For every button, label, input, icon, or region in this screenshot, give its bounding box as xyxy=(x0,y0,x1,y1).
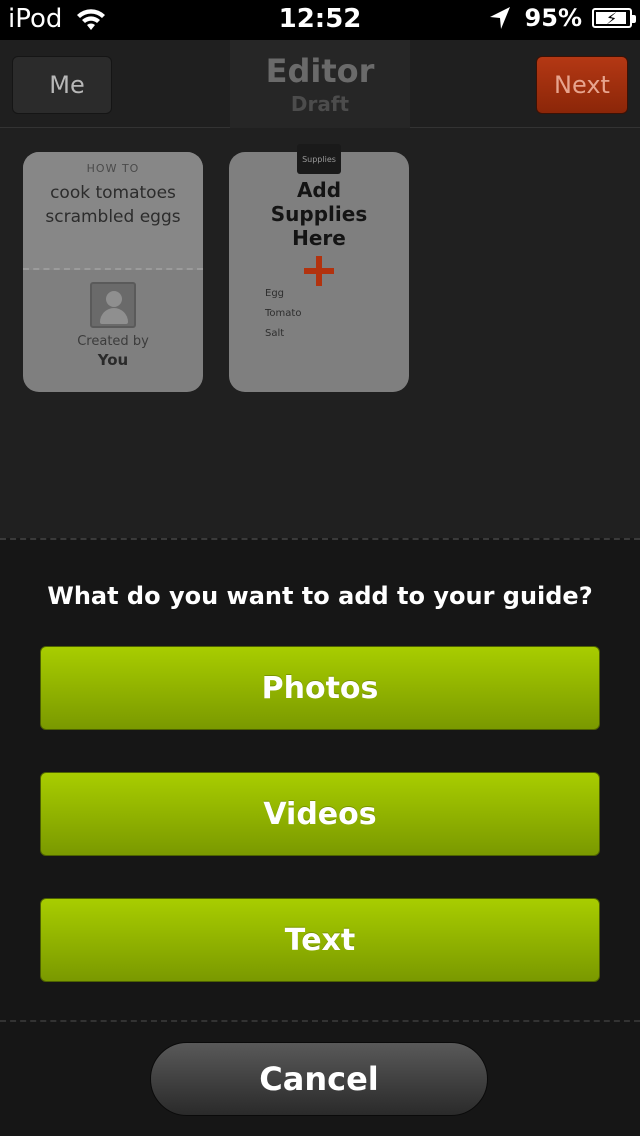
cancel-button[interactable]: Cancel xyxy=(150,1042,488,1116)
divider xyxy=(0,1020,640,1022)
next-button[interactable]: Next xyxy=(536,56,628,114)
title-tab: Editor Draft xyxy=(230,40,410,132)
battery-percent: 95% xyxy=(524,4,582,32)
sheet-question: What do you want to add to your guide? xyxy=(47,582,593,610)
plus-icon[interactable] xyxy=(304,256,334,286)
howto-title: cook tomatoes scrambled eggs xyxy=(45,183,181,227)
howto-label: HOW TO xyxy=(86,162,140,175)
supplies-tag: Supplies xyxy=(297,144,341,174)
battery-charging-icon: ⚡ xyxy=(592,8,636,28)
list-item: Tomato xyxy=(265,308,302,319)
howto-card[interactable]: HOW TO cook tomatoes scrambled eggs Crea… xyxy=(23,152,203,392)
status-right: 95% ⚡ xyxy=(489,4,636,32)
add-content-sheet: What do you want to add to your guide? P… xyxy=(0,538,640,1136)
page-title: Editor xyxy=(265,52,375,90)
supplies-card[interactable]: Supplies Add Supplies Here Egg Tomato Sa… xyxy=(229,144,409,392)
videos-button[interactable]: Videos xyxy=(40,772,600,856)
text-button[interactable]: Text xyxy=(40,898,600,982)
avatar xyxy=(90,282,136,328)
list-item: Egg xyxy=(265,288,285,299)
photos-button[interactable]: Photos xyxy=(40,646,600,730)
nav-bar: Me Editor Draft Next xyxy=(0,40,640,132)
status-bar: iPod 12:52 95% ⚡ xyxy=(0,0,640,40)
list-item: Salt xyxy=(265,328,285,339)
supply-list: Egg Tomato Salt xyxy=(265,288,301,348)
created-by-label: Created by xyxy=(77,334,149,349)
location-arrow-icon xyxy=(489,7,510,29)
back-button[interactable]: Me xyxy=(12,56,112,114)
guide-canvas: HOW TO cook tomatoes scrambled eggs Crea… xyxy=(0,128,640,538)
created-by-name: You xyxy=(97,351,129,369)
page-subtitle: Draft xyxy=(290,92,350,116)
